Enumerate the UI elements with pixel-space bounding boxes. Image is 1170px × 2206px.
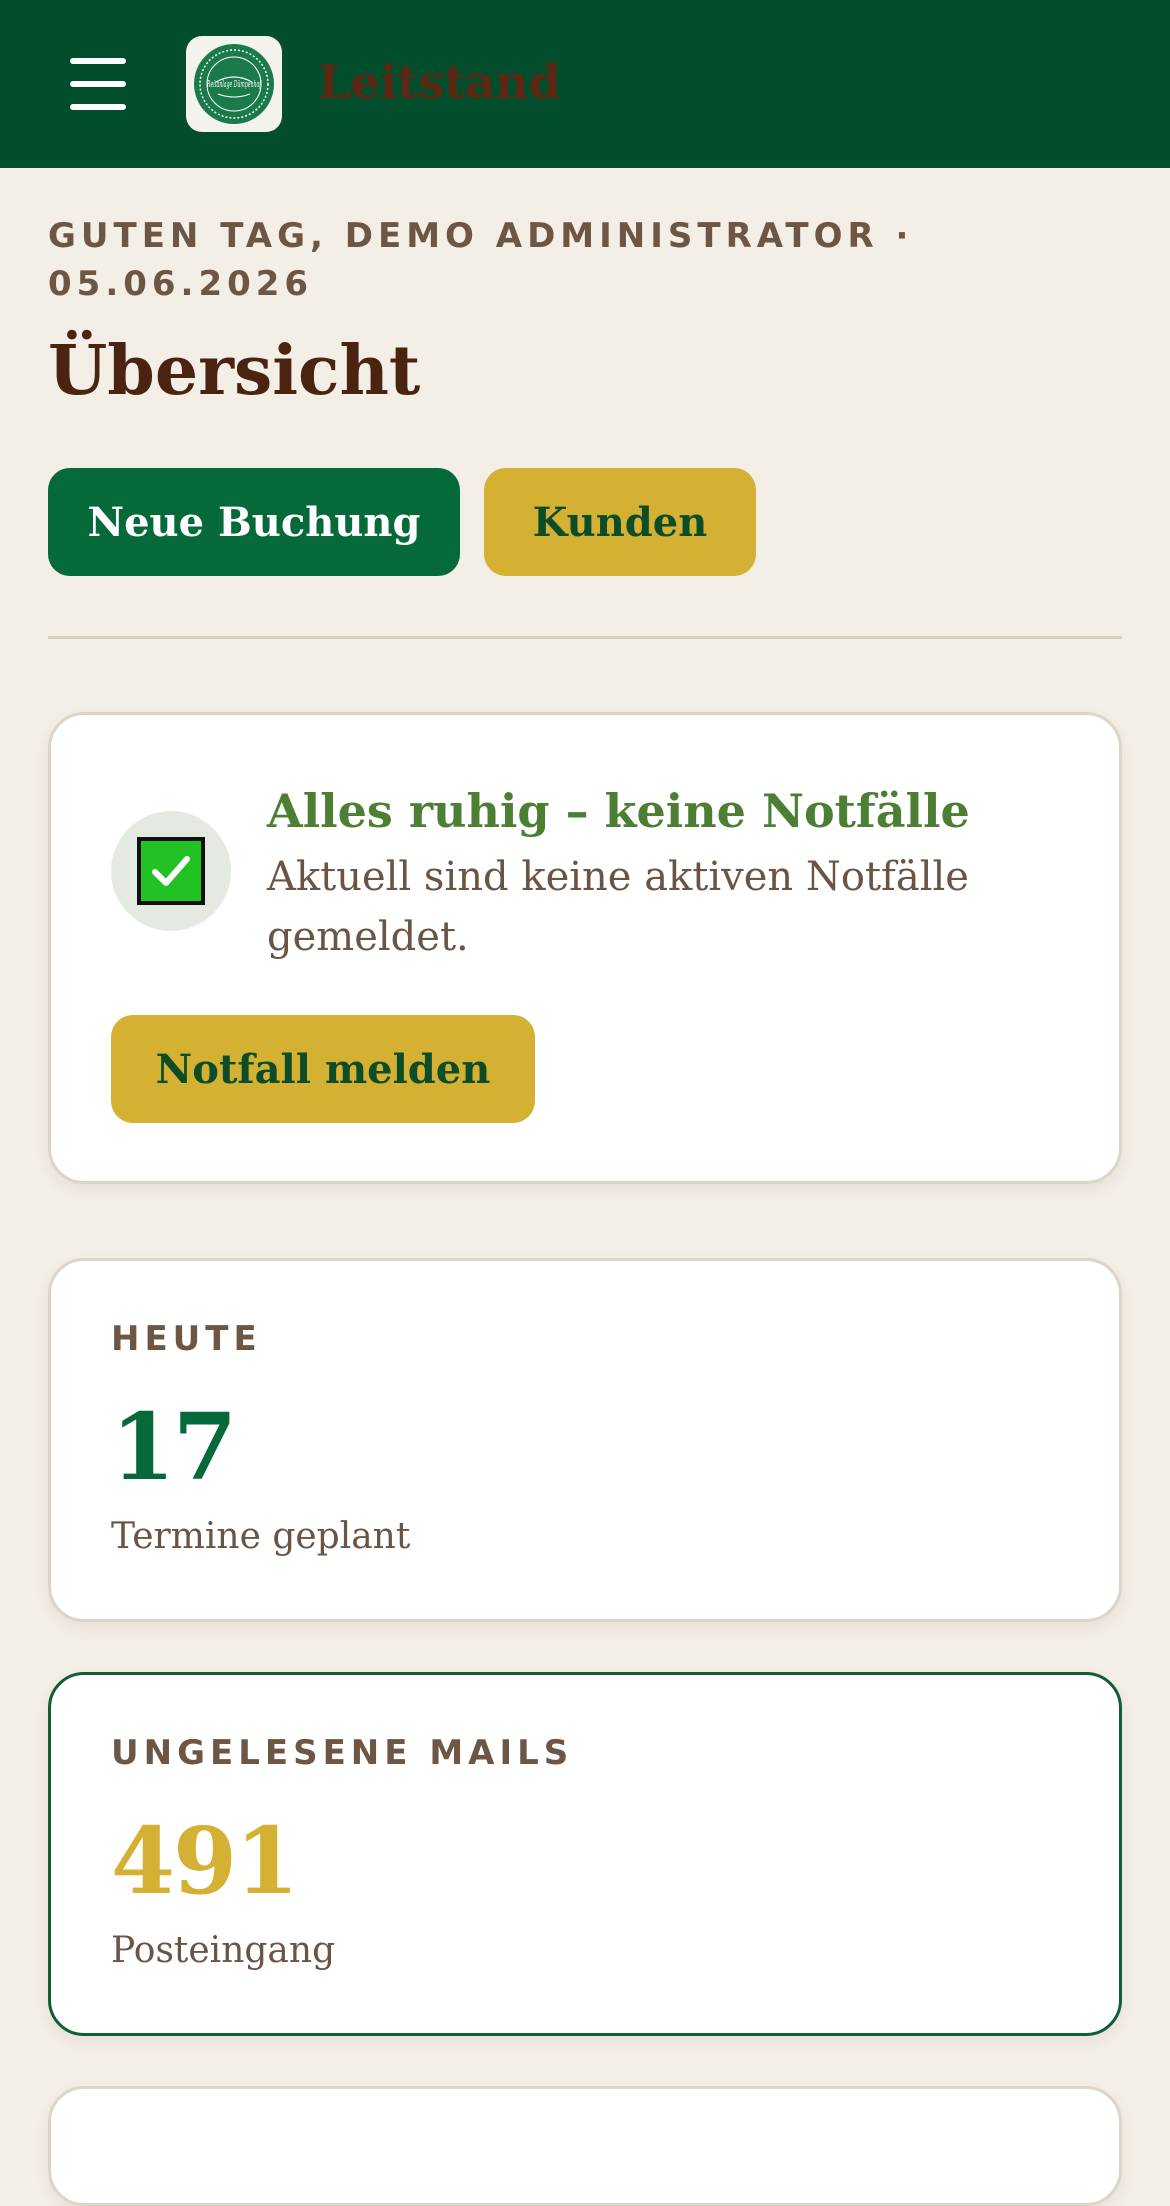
report-emergency-button[interactable]: Notfall melden xyxy=(111,1015,535,1123)
logo-badge-icon: Reitanlage Dümpenhof xyxy=(194,44,274,124)
logo-text: Reitanlage Dümpenhof xyxy=(206,80,261,90)
stat-card-today[interactable]: HEUTE 17 Termine geplant xyxy=(48,1258,1122,1622)
status-indicator xyxy=(111,811,231,931)
checkmark-icon xyxy=(137,837,205,905)
stat-subtext: Posteingang xyxy=(111,1930,336,1971)
app-title: Leitstand xyxy=(318,55,561,109)
emergency-status-text: Aktuell sind keine aktiven Notfälle geme… xyxy=(267,854,969,960)
stat-card-unread-mails[interactable]: UNGELESENE MAILS 491 Posteingang xyxy=(48,1672,1122,2036)
stat-value: 491 xyxy=(111,1807,299,1915)
new-booking-button[interactable]: Neue Buchung xyxy=(48,468,460,576)
customers-button[interactable]: Kunden xyxy=(484,468,756,576)
stat-label: HEUTE xyxy=(111,1319,262,1359)
divider xyxy=(48,636,1122,639)
menu-bar-bottom xyxy=(70,104,126,110)
emergency-status-title: Alles ruhig – keine Notfälle xyxy=(267,784,970,838)
stat-subtext: Termine geplant xyxy=(111,1516,411,1557)
greeting-eyebrow: GUTEN TAG, DEMO ADMINISTRATOR · 05.06.20… xyxy=(48,216,914,304)
page-title: Übersicht xyxy=(48,331,421,411)
stat-label: UNGELESENE MAILS xyxy=(111,1733,574,1773)
menu-bar-top xyxy=(70,58,126,64)
emergency-status-card: Alles ruhig – keine Notfälle Aktuell sin… xyxy=(48,712,1122,1184)
top-bar: Reitanlage Dümpenhof Leitstand xyxy=(0,0,1170,168)
logo[interactable]: Reitanlage Dümpenhof xyxy=(186,36,282,132)
hamburger-menu-icon[interactable] xyxy=(70,56,126,112)
stat-card-next xyxy=(48,2086,1122,2206)
menu-bar-middle xyxy=(70,81,126,87)
stat-value: 17 xyxy=(111,1393,237,1501)
